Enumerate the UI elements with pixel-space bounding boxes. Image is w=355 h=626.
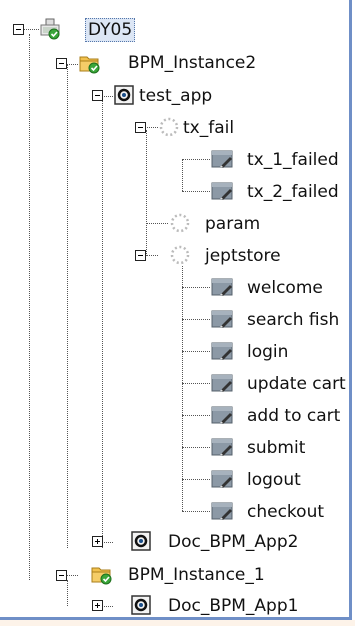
tree-item-logout[interactable]: logout: [247, 469, 301, 491]
tree-connector: [182, 266, 183, 511]
tree-item-test-app[interactable]: test_app: [139, 85, 212, 107]
group-dashed-icon: [159, 117, 179, 137]
tree-item-dy05[interactable]: DY05: [85, 18, 136, 42]
tree-connector: [182, 319, 210, 320]
collapse-toggle[interactable]: [92, 90, 103, 101]
tree-item-param[interactable]: param: [205, 213, 260, 235]
application-icon: [114, 85, 134, 105]
host-check-icon: [40, 18, 60, 40]
tree-connector: [146, 223, 168, 224]
application-icon: [131, 531, 151, 551]
tree-connector: [182, 447, 210, 448]
collapse-toggle[interactable]: [56, 58, 67, 69]
application-icon: [131, 595, 151, 615]
transaction-icon: [211, 342, 233, 360]
tree-item-checkout[interactable]: checkout: [247, 501, 324, 523]
tree-item-doc-bpm-app1[interactable]: Doc_BPM_App1: [168, 595, 298, 617]
group-dashed-icon: [170, 213, 190, 233]
tree-item-welcome[interactable]: welcome: [247, 277, 323, 299]
tree-connector: [67, 580, 68, 606]
tree-connector: [67, 64, 68, 548]
tree-item-tx-2-failed[interactable]: tx_2_failed: [247, 181, 339, 203]
transaction-icon: [211, 278, 233, 296]
collapse-toggle[interactable]: [135, 250, 146, 261]
collapse-toggle[interactable]: [13, 24, 24, 35]
tree-connector: [182, 415, 210, 416]
tree-item-bpm-instance-1[interactable]: BPM_Instance_1: [128, 564, 265, 586]
tree-connector: [23, 29, 39, 30]
instance-folder-check-icon: [91, 567, 112, 585]
tree-item-login[interactable]: login: [247, 341, 288, 363]
tree-item-tx-fail[interactable]: tx_fail: [183, 117, 234, 139]
tree-connector: [146, 130, 147, 256]
tree-connector: [182, 511, 210, 512]
tree-connector: [182, 191, 210, 192]
tree-item-doc-bpm-app2[interactable]: Doc_BPM_App2: [168, 531, 298, 553]
tree-connector: [182, 287, 210, 288]
transaction-icon: [211, 374, 233, 392]
tree-connector: [29, 34, 30, 580]
tree-connector: [182, 479, 210, 480]
transaction-icon: [211, 310, 233, 328]
tree-connector: [182, 160, 183, 191]
collapse-toggle[interactable]: [135, 122, 146, 133]
tree-item-tx-1-failed[interactable]: tx_1_failed: [247, 149, 339, 171]
expand-toggle[interactable]: [92, 600, 103, 611]
collapse-toggle[interactable]: [56, 570, 67, 581]
instance-folder-check-icon: [79, 56, 100, 74]
tree-item-search-fish[interactable]: search fish: [247, 309, 339, 331]
transaction-icon: [211, 182, 233, 200]
tree-item-submit[interactable]: submit: [247, 437, 305, 459]
transaction-icon: [211, 438, 233, 456]
transaction-icon: [211, 150, 233, 168]
transaction-icon: [211, 406, 233, 424]
tree-connector: [182, 383, 210, 384]
tree-item-bpm-instance2[interactable]: BPM_Instance2: [128, 52, 256, 74]
expand-toggle[interactable]: [92, 536, 103, 547]
tree-view[interactable]: DY05 BPM_Instance2 test_app tx_fail tx_1…: [0, 0, 355, 626]
transaction-icon: [211, 502, 233, 520]
tree-connector: [182, 159, 210, 160]
tree-item-jeptstore[interactable]: jeptstore: [205, 245, 281, 267]
tree-connector: [182, 351, 210, 352]
tree-item-add-to-cart[interactable]: add to cart: [247, 405, 340, 427]
transaction-icon: [211, 470, 233, 488]
group-dashed-icon: [170, 245, 190, 265]
tree-item-update-cart[interactable]: update cart: [247, 373, 346, 395]
tree-connector: [102, 97, 103, 548]
